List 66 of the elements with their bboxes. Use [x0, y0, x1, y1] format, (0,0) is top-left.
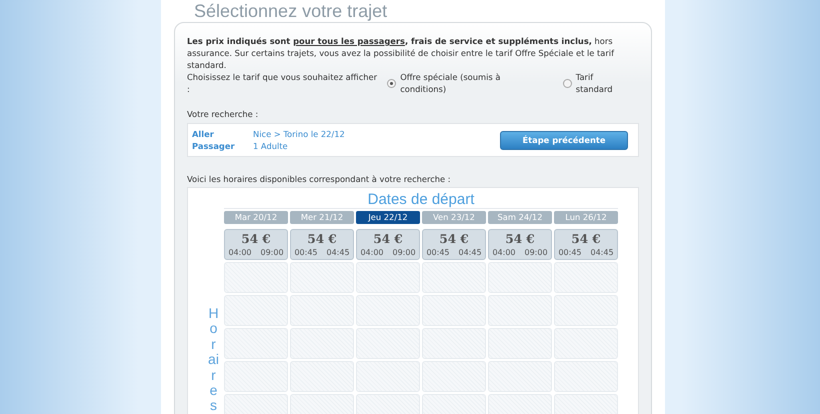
- passengers-link[interactable]: pour tous les passagers: [293, 36, 405, 46]
- search-heading: Votre recherche :: [187, 109, 260, 119]
- time: 09:00: [524, 248, 548, 257]
- radio-button[interactable]: [562, 78, 572, 88]
- time: 04:00: [360, 248, 384, 257]
- price: 54 €: [373, 231, 403, 248]
- empty-slot: [488, 328, 552, 359]
- empty-slot: [224, 328, 288, 359]
- price: 54 €: [241, 231, 271, 248]
- time: 04:00: [228, 248, 252, 257]
- empty-slot: [224, 295, 288, 326]
- time: 04:45: [590, 248, 614, 257]
- time: 04:45: [326, 248, 350, 257]
- price: 54 €: [439, 231, 469, 248]
- empty-slot: [488, 295, 552, 326]
- search-label: Aller: [192, 128, 215, 140]
- fare-cell[interactable]: 54 € 04:00 09:00: [356, 229, 420, 260]
- empty-slot: [224, 262, 288, 293]
- price: 54 €: [307, 231, 337, 248]
- intro-text: Les prix indiqués sont pour tous les passagers, frais de service et suppléments inclus, hors assurance. Sur certains trajets, vous avez la possibilité de choisir entre le tarif Offre Spéciale et le tarif standard.: [187, 35, 616, 71]
- search-value: Nice > Torino le 22/12: [253, 128, 345, 140]
- empty-slot: [422, 262, 486, 293]
- fare-choice-label: Choisissez le tarif que vous souhaitez afficher :: [187, 71, 378, 95]
- empty-slot: [422, 295, 486, 326]
- price: 54 €: [571, 231, 601, 248]
- empty-slot: [290, 295, 354, 326]
- time: 00:45: [558, 248, 582, 257]
- time: 00:45: [426, 248, 450, 257]
- empty-slot: [422, 328, 486, 359]
- side-label: Horaires: [208, 306, 219, 414]
- empty-slot: [488, 361, 552, 392]
- time: 04:00: [492, 248, 516, 257]
- empty-slot: [290, 262, 354, 293]
- empty-slot: [290, 328, 354, 359]
- empty-slot: [224, 361, 288, 392]
- radio-label: Tarif standard: [576, 71, 614, 95]
- fare-cell[interactable]: 54 € 04:00 09:00: [488, 229, 552, 260]
- empty-slot: [356, 262, 420, 293]
- time: 09:00: [392, 248, 416, 257]
- time: 09:00: [260, 248, 284, 257]
- schedule-heading: Voici les horaires disponibles correspondant à votre recherche :: [187, 174, 452, 184]
- fare-cell[interactable]: 54 € 00:45 04:45: [290, 229, 354, 260]
- empty-slot: [554, 361, 618, 392]
- page-title: Sélectionnez votre trajet: [194, 0, 388, 22]
- previous-step-button[interactable]: Étape précédente: [500, 130, 628, 150]
- empty-slot: [356, 328, 420, 359]
- time: 00:45: [294, 248, 318, 257]
- price: 54 €: [505, 231, 535, 248]
- radio-button[interactable]: [387, 78, 396, 88]
- empty-slot: [356, 361, 420, 392]
- date-tab[interactable]: Jeu 22/12: [356, 211, 420, 224]
- empty-slot: [488, 262, 552, 293]
- empty-slot: [422, 361, 486, 392]
- search-value: 1 Adulte: [253, 140, 288, 152]
- fare-cell[interactable]: 54 € 04:00 09:00: [224, 229, 288, 260]
- search-label: Passager: [192, 140, 236, 152]
- empty-slot: [356, 295, 420, 326]
- empty-slot: [554, 328, 618, 359]
- fare-cell[interactable]: 54 € 00:45 04:45: [554, 229, 618, 260]
- time: 04:45: [458, 248, 482, 257]
- schedule-title: Dates de départ: [224, 192, 618, 209]
- empty-slot: [554, 295, 618, 326]
- fare-cell[interactable]: 54 € 00:45 04:45: [422, 229, 486, 260]
- empty-slot: [554, 262, 618, 293]
- empty-slot: [290, 361, 354, 392]
- radio-label: Offre spéciale (soumis à conditions): [400, 71, 502, 95]
